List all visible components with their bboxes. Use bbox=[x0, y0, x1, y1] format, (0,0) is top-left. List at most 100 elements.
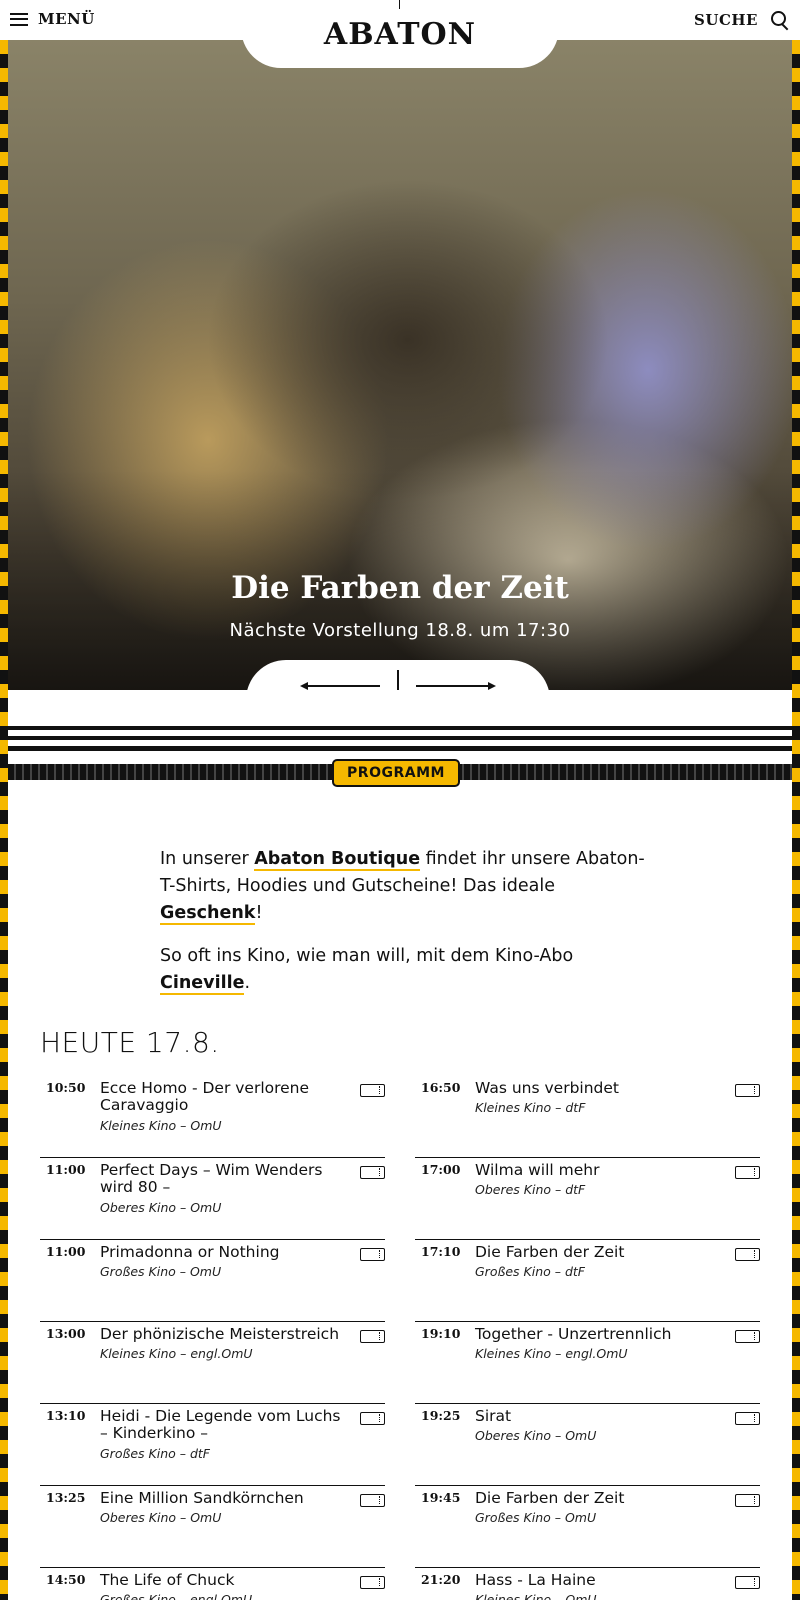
screening-row[interactable]: 13:25 Eine Million Sandkörnchen Oberes Kin… bbox=[40, 1486, 385, 1568]
screening-row[interactable]: 11:00 Perfect Days – Wim Wenders wird 80 … bbox=[40, 1158, 385, 1240]
screening-title[interactable]: Der phönizische Meisterstreich bbox=[100, 1326, 345, 1343]
hero-title[interactable]: Die Farben der Zeit bbox=[8, 570, 792, 606]
screening-time: 17:10 bbox=[421, 1244, 461, 1259]
screening-time: 11:00 bbox=[46, 1162, 86, 1177]
screening-meta: Großes Kino – OmU bbox=[100, 1264, 222, 1279]
screening-meta: Großes Kino – engl.OmU bbox=[100, 1592, 253, 1600]
search-icon bbox=[770, 10, 790, 30]
left-border-stripes bbox=[0, 40, 8, 1600]
screening-time: 21:20 bbox=[421, 1572, 461, 1587]
screening-time: 19:45 bbox=[421, 1490, 461, 1505]
arrow-down-icon[interactable] bbox=[393, 670, 403, 690]
screening-row[interactable]: 17:00 Wilma will mehr Oberes Kino – dtF bbox=[415, 1158, 760, 1240]
search-button[interactable]: SUCHE bbox=[694, 10, 790, 30]
stripe-line bbox=[8, 736, 792, 740]
screening-time: 13:25 bbox=[46, 1490, 86, 1505]
ticket-icon[interactable] bbox=[360, 1084, 385, 1097]
ticket-icon[interactable] bbox=[735, 1084, 760, 1097]
screening-row[interactable]: 14:50 The Life of Chuck Großes Kino – engl… bbox=[40, 1568, 385, 1600]
site-logo: ABATON bbox=[323, 16, 477, 52]
ticket-icon[interactable] bbox=[360, 1576, 385, 1589]
screening-title[interactable]: Primadonna or Nothing bbox=[100, 1244, 345, 1261]
screening-title[interactable]: Die Farben der Zeit bbox=[475, 1490, 720, 1507]
screening-meta: Großes Kino – OmU bbox=[475, 1510, 597, 1525]
screening-title[interactable]: Hass - La Haine bbox=[475, 1572, 720, 1589]
program-tag[interactable]: PROGRAMM bbox=[332, 759, 460, 787]
ticket-icon[interactable] bbox=[360, 1494, 385, 1507]
stripe-line bbox=[8, 746, 792, 751]
screening-title[interactable]: Together - Unzertrennlich bbox=[475, 1326, 720, 1343]
screening-title[interactable]: Perfect Days – Wim Wenders wird 80 – bbox=[100, 1162, 345, 1196]
stripe-line bbox=[8, 726, 792, 730]
arrow-right-icon[interactable] bbox=[416, 681, 496, 690]
hero-banner[interactable]: Die Farben der Zeit Nächste Vorstellung … bbox=[8, 40, 792, 690]
screening-row[interactable]: 17:10 Die Farben der Zeit Großes Kino – dt… bbox=[415, 1240, 760, 1322]
screening-time: 19:25 bbox=[421, 1408, 461, 1423]
ticket-icon[interactable] bbox=[735, 1494, 760, 1507]
screening-title[interactable]: Heidi - Die Legende vom Luchs – Kinderki… bbox=[100, 1408, 345, 1442]
ticket-icon[interactable] bbox=[360, 1412, 385, 1425]
screening-meta: Oberes Kino – OmU bbox=[100, 1200, 222, 1215]
search-label: SUCHE bbox=[694, 11, 758, 29]
screening-meta: Großes Kino – dtF bbox=[100, 1446, 210, 1461]
ticket-icon[interactable] bbox=[360, 1330, 385, 1343]
screening-meta: Oberes Kino – OmU bbox=[475, 1428, 597, 1443]
screening-time: 14:50 bbox=[46, 1572, 86, 1587]
hamburger-icon bbox=[10, 12, 28, 26]
screening-time: 17:00 bbox=[421, 1162, 461, 1177]
screening-time: 13:00 bbox=[46, 1326, 86, 1341]
screening-row[interactable]: 13:00 Der phönizische Meisterstreich Klein… bbox=[40, 1322, 385, 1404]
intro-text-part: So oft ins Kino, wie man will, mit dem K… bbox=[160, 946, 574, 966]
screening-row[interactable]: 19:10 Together - Unzertrennlich Kleines Ki… bbox=[415, 1322, 760, 1404]
right-border-stripes bbox=[792, 40, 800, 1600]
screening-title[interactable]: Die Farben der Zeit bbox=[475, 1244, 720, 1261]
screening-row[interactable]: 10:50 Ecce Homo - Der verlorene Caravaggi… bbox=[40, 1076, 385, 1158]
screening-time: 10:50 bbox=[46, 1080, 86, 1095]
hero-nav bbox=[246, 660, 550, 690]
screening-time: 16:50 bbox=[421, 1080, 461, 1095]
intro-text-part: . bbox=[244, 973, 251, 993]
boutique-link[interactable]: Abaton Boutique bbox=[254, 849, 421, 871]
ticket-icon[interactable] bbox=[735, 1330, 760, 1343]
menu-button[interactable]: MENÜ bbox=[10, 10, 95, 28]
cineville-link[interactable]: Cineville bbox=[160, 973, 245, 995]
today-heading: HEUTE 17.8. bbox=[40, 1026, 220, 1059]
screening-title[interactable]: Sirat bbox=[475, 1408, 720, 1425]
intro-text: In unserer Abaton Boutique findet ihr un… bbox=[160, 846, 650, 1013]
screening-row[interactable]: 19:45 Die Farben der Zeit Großes Kino – Om… bbox=[415, 1486, 760, 1568]
arrow-left-icon[interactable] bbox=[300, 681, 380, 690]
screening-meta: Oberes Kino – dtF bbox=[475, 1182, 586, 1197]
hero-subtitle: Nächste Vorstellung 18.8. um 17:30 bbox=[229, 620, 571, 641]
screening-time: 11:00 bbox=[46, 1244, 86, 1259]
screening-time: 19:10 bbox=[421, 1326, 461, 1341]
ticket-icon[interactable] bbox=[360, 1248, 385, 1261]
ticket-icon[interactable] bbox=[735, 1576, 760, 1589]
screening-meta: Großes Kino – dtF bbox=[475, 1264, 585, 1279]
screening-meta: Kleines Kino – dtF bbox=[475, 1100, 586, 1115]
screening-title[interactable]: Ecce Homo - Der verlorene Caravaggio bbox=[100, 1080, 345, 1114]
screening-meta: Kleines Kino – OmU bbox=[100, 1118, 222, 1133]
intro-paragraph-2: So oft ins Kino, wie man will, mit dem K… bbox=[160, 943, 650, 997]
screening-title[interactable]: The Life of Chuck bbox=[100, 1572, 345, 1589]
screening-row[interactable]: 21:20 Hass - La Haine Kleines Kino – OmU bbox=[415, 1568, 760, 1600]
screening-meta: Oberes Kino – OmU bbox=[100, 1510, 222, 1525]
ticket-icon[interactable] bbox=[360, 1166, 385, 1179]
screening-time: 13:10 bbox=[46, 1408, 86, 1423]
screening-meta: Kleines Kino – engl.OmU bbox=[100, 1346, 253, 1361]
screening-title[interactable]: Was uns verbindet bbox=[475, 1080, 720, 1097]
program-column-left: 10:50 Ecce Homo - Der verlorene Caravaggi… bbox=[40, 1076, 385, 1600]
screening-title[interactable]: Wilma will mehr bbox=[475, 1162, 720, 1179]
program-column-right: 16:50 Was uns verbindet Kleines Kino – dtF… bbox=[415, 1076, 760, 1600]
menu-label: MENÜ bbox=[38, 10, 95, 28]
screening-title[interactable]: Eine Million Sandkörnchen bbox=[100, 1490, 345, 1507]
screening-row[interactable]: 13:10 Heidi - Die Legende vom Luchs – Kin… bbox=[40, 1404, 385, 1486]
intro-paragraph-1: In unserer Abaton Boutique findet ihr un… bbox=[160, 846, 650, 927]
ticket-icon[interactable] bbox=[735, 1412, 760, 1425]
ticket-icon[interactable] bbox=[735, 1166, 760, 1179]
screening-row[interactable]: 16:50 Was uns verbindet Kleines Kino – dtF bbox=[415, 1076, 760, 1158]
gift-link[interactable]: Geschenk bbox=[160, 903, 256, 925]
screening-row[interactable]: 11:00 Primadonna or Nothing Großes Kino – … bbox=[40, 1240, 385, 1322]
screening-row[interactable]: 19:25 Sirat Oberes Kino – OmU bbox=[415, 1404, 760, 1486]
logo-tab[interactable]: ABATON bbox=[241, 0, 559, 68]
ticket-icon[interactable] bbox=[735, 1248, 760, 1261]
